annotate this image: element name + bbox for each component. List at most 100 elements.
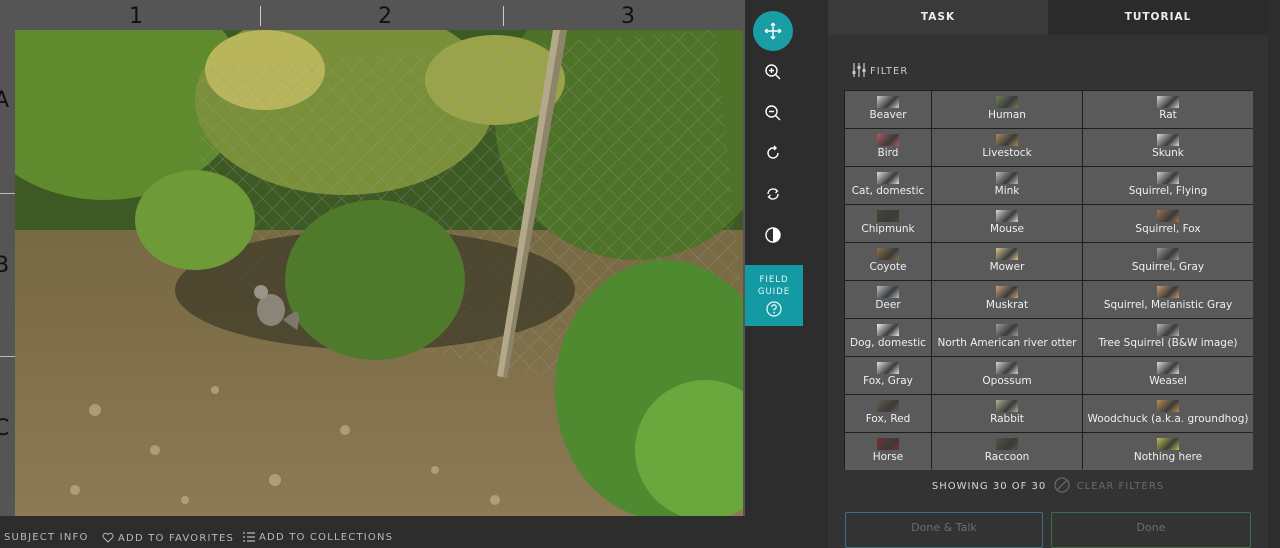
tab-task[interactable]: TASK	[828, 0, 1048, 35]
zoom-in-button[interactable]	[753, 52, 793, 92]
species-choice[interactable]: Squirrel, Fox	[1083, 205, 1253, 242]
species-choice-label: Fox, Gray	[863, 375, 913, 387]
species-choice-label: North American river otter	[937, 337, 1077, 349]
showing-count: SHOWING 30 OF 30	[931, 481, 1047, 492]
task-panel: TASK TUTORIAL FILTER Beaver Human Rat Bird L…	[828, 0, 1268, 548]
reset-button[interactable]	[753, 174, 793, 214]
question-icon	[766, 301, 782, 317]
invert-button[interactable]	[753, 215, 793, 255]
invert-icon	[765, 227, 781, 243]
rotate-button[interactable]	[753, 133, 793, 173]
species-thumbnail	[1157, 134, 1179, 146]
species-choice[interactable]: Human	[932, 91, 1082, 128]
species-thumbnail	[1157, 324, 1179, 336]
species-choice-label: Human	[988, 109, 1026, 121]
species-choice[interactable]: Woodchuck (a.k.a. groundhog)	[1083, 395, 1253, 432]
row-label-c: C	[0, 416, 10, 441]
species-choice[interactable]: Mouse	[932, 205, 1082, 242]
species-choice-label: Dog, domestic	[850, 337, 926, 349]
list-icon	[243, 532, 255, 542]
species-thumbnail	[1157, 172, 1179, 184]
species-thumbnail	[1157, 400, 1179, 412]
field-guide-label-line2: GUIDE	[757, 287, 791, 297]
tab-tutorial[interactable]: TUTORIAL	[1048, 0, 1268, 35]
filter-button[interactable]: FILTER	[852, 62, 908, 80]
column-divider	[503, 6, 504, 26]
species-choice[interactable]: Mink	[932, 167, 1082, 204]
species-thumbnail	[996, 438, 1018, 450]
species-choice[interactable]: Nothing here	[1083, 433, 1253, 470]
species-choice[interactable]: Squirrel, Melanistic Gray	[1083, 281, 1253, 318]
species-choice-label: Squirrel, Gray	[1131, 261, 1205, 273]
species-choice[interactable]: Muskrat	[932, 281, 1082, 318]
add-to-collections-link[interactable]: ADD TO COLLECTIONS	[243, 532, 393, 543]
species-thumbnail	[1157, 96, 1179, 108]
species-choice[interactable]: Tree Squirrel (B&W image)	[1083, 319, 1253, 356]
species-choice-label: Raccoon	[984, 451, 1030, 463]
species-choice[interactable]: Chipmunk	[845, 205, 931, 242]
species-choice-label: Bird	[877, 147, 899, 159]
species-choice[interactable]: Opossum	[932, 357, 1082, 394]
species-thumbnail	[1157, 248, 1179, 260]
species-choice[interactable]: Rat	[1083, 91, 1253, 128]
species-choice[interactable]: Horse	[845, 433, 931, 470]
species-choice[interactable]: Skunk	[1083, 129, 1253, 166]
species-choice-label: Weasel	[1149, 375, 1187, 387]
done-and-talk-button[interactable]: Done & Talk	[845, 512, 1043, 548]
subject-viewer: 1 2 3 A B C	[0, 0, 745, 516]
zoom-out-icon	[765, 105, 781, 121]
subject-actions-bar: SUBJECT INFO ADD TO FAVORITES ADD TO COL…	[0, 528, 800, 548]
clear-filters-button[interactable]: CLEAR FILTERS	[1077, 481, 1164, 492]
subject-info-link[interactable]: SUBJECT INFO	[4, 532, 89, 543]
trail-camera-photo[interactable]	[15, 30, 743, 516]
add-to-collections-label: ADD TO COLLECTIONS	[259, 532, 394, 543]
species-choice[interactable]: Fox, Gray	[845, 357, 931, 394]
species-thumbnail	[877, 438, 899, 450]
species-thumbnail	[877, 210, 899, 222]
species-choice[interactable]: Cat, domestic	[845, 167, 931, 204]
add-to-favorites-link[interactable]: ADD TO FAVORITES	[102, 532, 234, 544]
species-thumbnail	[877, 134, 899, 146]
species-choice[interactable]: Mower	[932, 243, 1082, 280]
done-button[interactable]: Done	[1051, 512, 1251, 548]
species-choice[interactable]: Livestock	[932, 129, 1082, 166]
species-choice[interactable]: North American river otter	[932, 319, 1082, 356]
species-choice-label: Squirrel, Flying	[1128, 185, 1208, 197]
species-choice[interactable]: Squirrel, Gray	[1083, 243, 1253, 280]
species-choice[interactable]: Beaver	[845, 91, 931, 128]
field-guide-button[interactable]: FIELD GUIDE	[745, 265, 803, 326]
species-choice[interactable]: Dog, domestic	[845, 319, 931, 356]
species-thumbnail	[877, 248, 899, 260]
species-choice[interactable]: Weasel	[1083, 357, 1253, 394]
zoom-out-button[interactable]	[753, 93, 793, 133]
species-choice[interactable]: Coyote	[845, 243, 931, 280]
species-thumbnail	[996, 286, 1018, 298]
species-choice-label: Squirrel, Fox	[1135, 223, 1201, 235]
species-choice[interactable]: Deer	[845, 281, 931, 318]
column-label-1: 1	[129, 4, 143, 29]
column-divider	[260, 6, 261, 26]
species-thumbnail	[996, 172, 1018, 184]
species-choice-label: Rabbit	[990, 413, 1024, 425]
row-ruler: A B C	[0, 30, 15, 516]
field-guide-label-line1: FIELD	[759, 275, 789, 285]
species-choice[interactable]: Rabbit	[932, 395, 1082, 432]
species-choice-label: Horse	[872, 451, 904, 463]
species-choice-label: Muskrat	[985, 299, 1029, 311]
species-choice-label: Rat	[1159, 109, 1177, 121]
move-tool-button[interactable]	[753, 11, 793, 51]
species-choice[interactable]: Bird	[845, 129, 931, 166]
species-choice-label: Deer	[875, 299, 901, 311]
row-label-a: A	[0, 88, 10, 113]
species-choice[interactable]: Raccoon	[932, 433, 1082, 470]
species-thumbnail	[996, 400, 1018, 412]
species-thumbnail	[1157, 286, 1179, 298]
species-choice-label: Squirrel, Melanistic Gray	[1103, 299, 1233, 311]
species-choice[interactable]: Squirrel, Flying	[1083, 167, 1253, 204]
species-choice[interactable]: Fox, Red	[845, 395, 931, 432]
species-choice-label: Opossum	[982, 375, 1032, 387]
rotate-icon	[767, 145, 779, 159]
species-choice-label: Mouse	[989, 223, 1025, 235]
species-thumbnail	[996, 134, 1018, 146]
column-ruler: 1 2 3	[15, 3, 743, 30]
